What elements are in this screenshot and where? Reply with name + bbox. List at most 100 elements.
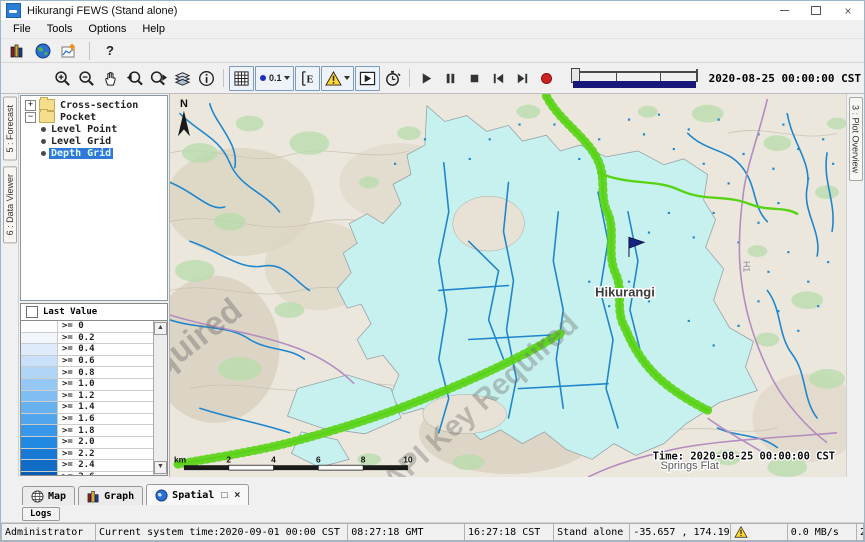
record-icon (541, 73, 552, 84)
timeseries-button[interactable] (59, 41, 79, 61)
menu-item[interactable]: Options (80, 21, 134, 37)
bottom-gap (1, 477, 864, 484)
tab-spatial[interactable]: Spatial □ × (146, 484, 249, 505)
legend-row[interactable]: >= 1.8 (21, 425, 153, 437)
animation-button[interactable] (355, 66, 380, 91)
legend-value: >= 0.8 (58, 367, 153, 378)
tab-close-icon[interactable]: × (234, 490, 240, 501)
legend-row[interactable]: >= 2.4 (21, 460, 153, 472)
status-local-time: 16:27:18 CST (464, 523, 553, 541)
scroll-down-icon[interactable]: ▼ (154, 461, 167, 474)
map-toolbar: 0.1 E (1, 63, 864, 94)
menu-item[interactable]: File (5, 21, 39, 37)
layers-icon (173, 69, 192, 88)
reports-button[interactable] (7, 41, 27, 61)
tree-node-label[interactable]: Level Grid (49, 136, 113, 147)
legend-rows: >= 0 >= 0.2 >= 0.4 (21, 321, 153, 475)
legend-value: >= 0.4 (58, 344, 153, 355)
layer-tree: + Cross-section − Pocket Level Point Lev… (20, 95, 168, 301)
tree-node-level-grid[interactable]: Level Grid (21, 135, 167, 147)
svg-text:8: 8 (361, 454, 366, 464)
logs-button[interactable]: Logs (22, 507, 60, 521)
timeline-slider[interactable] (571, 67, 698, 89)
last-step-button[interactable] (511, 67, 534, 90)
status-warning[interactable] (730, 523, 786, 541)
legend-scrollbar[interactable]: ▲ ▼ (153, 321, 167, 475)
legend-row[interactable]: >= 0.4 (21, 344, 153, 356)
pause-icon (443, 71, 458, 86)
tab-graph[interactable]: Graph (78, 486, 143, 505)
zoom-next-button[interactable] (147, 67, 170, 90)
elevation-button[interactable]: E (295, 66, 320, 91)
folder-icon (39, 111, 55, 123)
legend-swatch (21, 367, 58, 378)
tab-spatial-label: Spatial (172, 490, 214, 501)
last-value-label: Last Value (43, 307, 97, 317)
tab-maximize-icon[interactable]: □ (221, 490, 227, 501)
warning-icon (325, 71, 342, 86)
layers-button[interactable] (171, 67, 194, 90)
tree-node-label[interactable]: Pocket (58, 112, 98, 123)
tree-node-depth-grid[interactable]: Depth Grid (21, 147, 167, 159)
tree-node-label[interactable]: Cross-section (58, 100, 140, 111)
interval-dot-icon (259, 74, 267, 82)
legend-swatch (21, 472, 58, 475)
tree-node-pocket[interactable]: − Pocket (21, 111, 167, 123)
time-settings-button[interactable] (381, 67, 404, 90)
warning-layer-dropdown[interactable] (321, 66, 354, 91)
tree-node-level-point[interactable]: Level Point (21, 123, 167, 135)
legend-swatch (21, 460, 58, 471)
stop-button[interactable] (463, 67, 486, 90)
legend-row[interactable]: >= 2.6 (21, 472, 153, 475)
legend-row[interactable]: >= 0.6 (21, 356, 153, 368)
app-icon (6, 3, 21, 18)
pan-button[interactable] (99, 67, 122, 90)
toolbar-separator (409, 69, 410, 87)
legend-row[interactable]: >= 1.6 (21, 414, 153, 426)
last-value-checkbox[interactable] (26, 306, 38, 318)
legend-row[interactable]: >= 1.0 (21, 379, 153, 391)
zoom-in-button[interactable] (51, 67, 74, 90)
status-mode: Stand alone (553, 523, 629, 541)
scroll-up-icon[interactable]: ▲ (154, 322, 167, 335)
minimize-button[interactable] (768, 1, 800, 20)
legend-row[interactable]: >= 0.2 (21, 333, 153, 345)
play-button[interactable] (415, 67, 438, 90)
maximize-button[interactable] (800, 1, 832, 20)
legend-row[interactable]: >= 1.4 (21, 402, 153, 414)
status-user: Administrator (1, 523, 95, 541)
zoom-previous-button[interactable] (123, 67, 146, 90)
legend-row[interactable]: >= 0 (21, 321, 153, 333)
pause-button[interactable] (439, 67, 462, 90)
first-step-button[interactable] (487, 67, 510, 90)
record-button[interactable] (535, 67, 558, 90)
tab-forecast[interactable]: 5 : Forecast (3, 97, 17, 161)
tab-map[interactable]: Map (22, 486, 75, 505)
legend-row[interactable]: >= 1.2 (21, 391, 153, 403)
info-button[interactable] (195, 67, 218, 90)
legend-list: >= 0 >= 0.2 >= 0.4 (20, 321, 168, 476)
menu-item[interactable]: Help (134, 21, 173, 37)
zoom-out-button[interactable] (75, 67, 98, 90)
legend-row[interactable]: >= 2.2 (21, 449, 153, 461)
grid-interval-dropdown[interactable]: 0.1 (255, 66, 294, 91)
collapse-icon[interactable]: − (25, 112, 36, 123)
close-button[interactable]: × (832, 1, 864, 20)
tab-data-viewer[interactable]: 6 : Data Viewer (3, 166, 17, 243)
tab-plot-overview[interactable]: 3 : Plot Overview (849, 97, 863, 181)
window-title: Hikurangi FEWS (Stand alone) (27, 5, 177, 17)
legend-swatch (21, 425, 58, 436)
map-viewport[interactable]: API Key Required API Key Required H1 Hik… (170, 94, 846, 477)
status-coordinates: -35.657 , 174.199 (629, 523, 730, 541)
map-display-button[interactable] (33, 41, 53, 61)
legend-row[interactable]: >= 0.8 (21, 367, 153, 379)
grid-display-button[interactable] (229, 66, 254, 91)
menu-item[interactable]: Tools (39, 21, 81, 37)
menu-bar: File Tools Options Help (1, 20, 864, 39)
help-button[interactable]: ? (100, 41, 120, 61)
tree-node-label-selected[interactable]: Depth Grid (49, 148, 113, 159)
tree-node-label[interactable]: Level Point (49, 124, 119, 135)
expand-icon[interactable]: + (25, 100, 36, 111)
legend-row[interactable]: >= 2.0 (21, 437, 153, 449)
toolbar-separator (223, 69, 224, 87)
